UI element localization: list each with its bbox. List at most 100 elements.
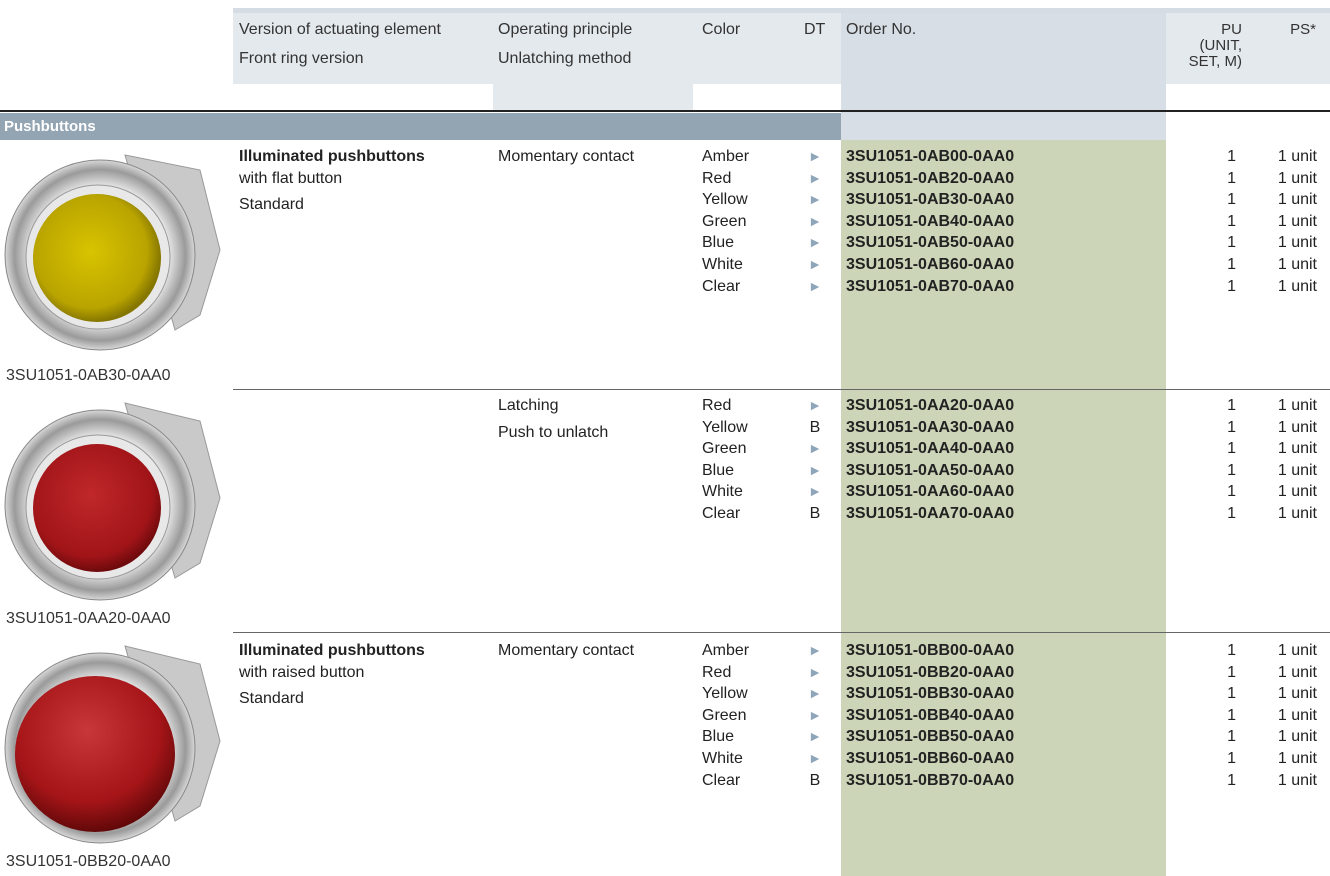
row-pu: 1 xyxy=(1227,483,1236,501)
header-bottom-rule xyxy=(0,110,1330,112)
row-order-number: 3SU1051-0AB20-0AA0 xyxy=(846,169,1015,187)
row-color: Red xyxy=(702,169,732,187)
row-order-number: 3SU1051-0BB60-0AA0 xyxy=(846,750,1015,767)
row-color: Yellow xyxy=(702,418,748,436)
row-ps: 1 unit xyxy=(1277,212,1317,230)
row-dt: ► xyxy=(808,440,822,457)
row-ps: 1 unit xyxy=(1277,483,1317,501)
row-ps: 1 unit xyxy=(1277,440,1317,458)
row-color: White xyxy=(702,256,743,273)
row-ps: 1 unit xyxy=(1277,663,1317,681)
row-pu: 1 xyxy=(1227,397,1236,414)
image-caption: 3SU1051-0AA20-0AA0 xyxy=(6,610,171,627)
col-header-pu: PU (UNIT, SET, M) xyxy=(1188,21,1242,70)
col-header-version-line1: Version of actuating element xyxy=(239,21,441,38)
header-gap-3 xyxy=(1166,84,1330,110)
row-ps: 1 unit xyxy=(1277,685,1317,703)
row-color: White xyxy=(702,483,743,501)
row-order-number: 3SU1051-0BB50-0AA0 xyxy=(846,728,1015,746)
group-description: Illuminated pushbuttons with raised butt… xyxy=(239,640,425,710)
row-ps: 1 unit xyxy=(1277,771,1317,789)
col-header-version-line2: Front ring version xyxy=(239,50,364,67)
pushbutton-red-flat-image xyxy=(4,402,221,601)
row-order-number: 3SU1051-0AA40-0AA0 xyxy=(846,440,1015,458)
group-subtitle: with raised button xyxy=(239,663,365,681)
row-dt: B xyxy=(809,418,821,436)
row-ps: 1 unit xyxy=(1277,505,1317,522)
row-order-number: 3SU1051-0AB40-0AA0 xyxy=(846,212,1015,230)
col-header-principle-line2: Unlatching method xyxy=(498,50,632,67)
row-ps: 1 unit xyxy=(1277,461,1317,479)
row-order-number: 3SU1051-0AA50-0AA0 xyxy=(846,461,1015,479)
section-title-pushbuttons: Pushbuttons xyxy=(0,113,841,140)
row-pu: 1 xyxy=(1227,728,1236,746)
row-ps: 1 unit xyxy=(1277,706,1317,724)
row-pu: 1 xyxy=(1227,277,1236,295)
row-ps: 1 unit xyxy=(1277,169,1317,187)
row-order-number: 3SU1051-0AA60-0AA0 xyxy=(846,483,1015,501)
row-dt: ► xyxy=(808,397,822,413)
row-ps: 1 unit xyxy=(1277,397,1317,414)
row-dt: ► xyxy=(808,212,822,229)
row-dt: B xyxy=(809,771,821,789)
operating-principle: Latching xyxy=(498,397,559,414)
row-pu: 1 xyxy=(1227,663,1236,681)
row-dt: ► xyxy=(808,461,822,478)
row-color: Red xyxy=(702,397,732,414)
row-pu: 1 xyxy=(1227,642,1236,659)
col-header-order-no: Order No. xyxy=(846,21,917,38)
row-ps: 1 unit xyxy=(1277,728,1317,746)
row-pu: 1 xyxy=(1227,148,1236,165)
row-dt: ► xyxy=(808,256,822,272)
row-pu: 1 xyxy=(1227,256,1236,273)
row-order-number: 3SU1051-0AB30-0AA0 xyxy=(846,191,1015,209)
row-ps: 1 unit xyxy=(1277,256,1317,273)
row-order-number: 3SU1051-0AB70-0AA0 xyxy=(846,277,1015,295)
col-header-dt: DT xyxy=(804,21,826,38)
col-header-ps: PS* xyxy=(1290,21,1316,38)
group-separator xyxy=(233,632,1330,633)
row-order-number: 3SU1051-0AB60-0AA0 xyxy=(846,256,1015,273)
unlatching-method: Push to unlatch xyxy=(498,424,609,441)
image-caption: 3SU1051-0BB20-0AA0 xyxy=(6,853,171,870)
header-gap-1 xyxy=(233,84,493,110)
image-caption: 3SU1051-0AB30-0AA0 xyxy=(6,367,171,384)
row-order-number: 3SU1051-0BB20-0AA0 xyxy=(846,663,1015,681)
row-order-number: 3SU1051-0AA20-0AA0 xyxy=(846,397,1015,414)
header-gap-2 xyxy=(693,84,841,110)
group-version: Standard xyxy=(239,196,304,214)
row-dt: ► xyxy=(808,642,822,658)
row-pu: 1 xyxy=(1227,771,1236,789)
row-dt: B xyxy=(809,505,821,522)
group-title: Illuminated pushbuttons xyxy=(239,642,425,659)
row-ps: 1 unit xyxy=(1277,750,1317,767)
row-pu: 1 xyxy=(1227,191,1236,209)
row-dt: ► xyxy=(808,148,822,164)
row-dt: ► xyxy=(808,685,822,702)
row-pu: 1 xyxy=(1227,418,1236,436)
row-order-number: 3SU1051-0BB40-0AA0 xyxy=(846,706,1015,724)
group-title: Illuminated pushbuttons xyxy=(239,148,425,165)
row-color: White xyxy=(702,750,743,767)
row-color: Green xyxy=(702,212,747,230)
row-dt: ► xyxy=(808,191,822,208)
group-separator xyxy=(233,389,1330,390)
row-order-number: 3SU1051-0AA30-0AA0 xyxy=(846,418,1015,436)
pushbutton-red-raised-image xyxy=(4,645,221,844)
row-pu: 1 xyxy=(1227,169,1236,187)
row-color: Green xyxy=(702,706,747,724)
row-ps: 1 unit xyxy=(1277,148,1317,165)
row-pu: 1 xyxy=(1227,706,1236,724)
row-pu: 1 xyxy=(1227,234,1236,252)
row-color: Clear xyxy=(702,505,741,522)
col-header-color: Color xyxy=(702,21,741,38)
row-dt: ► xyxy=(808,706,822,723)
operating-principle: Momentary contact xyxy=(498,642,635,659)
col-header-version: Version of actuating element Front ring … xyxy=(239,18,441,71)
row-color: Blue xyxy=(702,234,735,252)
operating-principle: Momentary contact xyxy=(498,148,635,165)
row-dt: ► xyxy=(808,728,822,745)
group-subtitle: with flat button xyxy=(239,169,343,187)
col-header-principle: Operating principle Unlatching method xyxy=(498,18,632,71)
row-pu: 1 xyxy=(1227,212,1236,230)
